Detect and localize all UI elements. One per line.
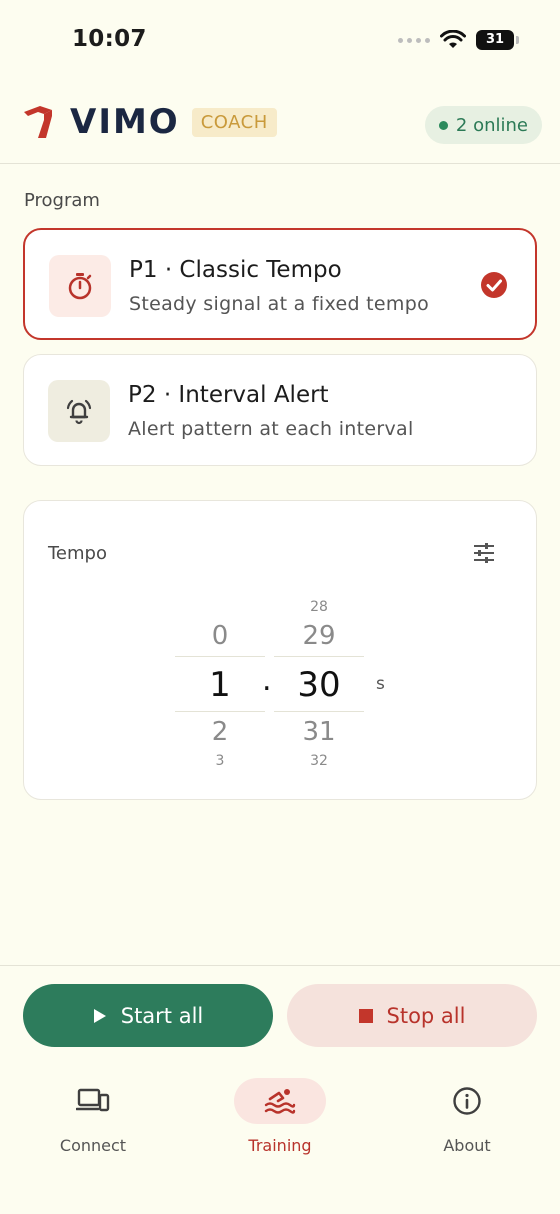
status-time: 10:07 — [72, 26, 147, 52]
bell-alert-icon — [66, 399, 92, 425]
tab-icon-wrap — [234, 1078, 326, 1124]
vimo-logo-mark-icon — [24, 106, 52, 138]
picker-option: 28 — [310, 599, 328, 615]
decimal-separator: . — [262, 663, 272, 698]
picker-option — [175, 598, 265, 616]
picker-option: 3 — [215, 753, 225, 769]
picker-option: 29 — [302, 621, 336, 651]
start-all-label: Start all — [120, 1003, 204, 1028]
program-section-label: Program — [24, 190, 100, 211]
devices-icon — [76, 1088, 110, 1112]
tab-about[interactable]: About — [397, 1078, 537, 1155]
check-circle-icon — [481, 272, 507, 298]
stopwatch-icon — [68, 273, 92, 300]
program-title: P1 · Classic Tempo — [129, 257, 342, 283]
tab-icon-wrap — [47, 1078, 139, 1124]
battery-icon: 31 — [476, 30, 519, 50]
picker-selected-value: 30 — [274, 656, 364, 712]
hundredths-picker[interactable]: 28 29 30 31 32 — [274, 598, 364, 770]
picker-option: 31 — [302, 717, 336, 747]
online-count: 2 online — [455, 114, 528, 136]
program-card-p2[interactable]: P2 · Interval Alert Alert pattern at eac… — [23, 354, 537, 466]
picker-selected-value: 1 — [175, 656, 265, 712]
tab-training[interactable]: Training — [210, 1078, 350, 1155]
play-icon — [93, 1008, 106, 1023]
stop-all-label: Stop all — [386, 1003, 466, 1028]
program-title: P2 · Interval Alert — [128, 382, 329, 408]
app-header: VIMO COACH 2 online — [0, 84, 560, 164]
program-card-p1[interactable]: P1 · Classic Tempo Steady signal at a fi… — [23, 228, 537, 340]
tempo-card: Tempo 0 1 2 3 . 28 29 30 31 32 s — [23, 500, 537, 800]
tempo-label: Tempo — [48, 543, 107, 564]
start-all-button[interactable]: Start all — [23, 984, 273, 1047]
info-icon — [453, 1087, 481, 1115]
tab-icon-wrap — [421, 1078, 513, 1124]
online-dot-icon — [438, 120, 448, 130]
logo: VIMO COACH — [22, 102, 277, 142]
tab-connect[interactable]: Connect — [23, 1078, 163, 1155]
coach-badge: COACH — [191, 107, 277, 137]
tab-label: Connect — [59, 1136, 127, 1155]
action-bar: Start all Stop all — [0, 965, 560, 1066]
program-icon-box — [49, 255, 111, 317]
stop-all-button[interactable]: Stop all — [287, 984, 537, 1047]
cell-signal-icon — [398, 37, 430, 43]
bottom-tab-bar: Connect Training About — [0, 1066, 560, 1214]
tune-settings-icon[interactable] — [472, 541, 496, 565]
program-description: Alert pattern at each interval — [128, 418, 414, 440]
tab-label: About — [443, 1136, 491, 1155]
picker-option: 2 — [211, 717, 229, 747]
program-description: Steady signal at a fixed tempo — [129, 293, 429, 315]
seconds-picker[interactable]: 0 1 2 3 — [175, 598, 265, 770]
status-bar: 10:07 31 — [0, 0, 560, 84]
picker-option: 0 — [211, 621, 229, 651]
brand-name: VIMO — [70, 102, 180, 142]
tempo-unit: s — [376, 674, 385, 694]
program-icon-box — [48, 380, 110, 442]
wifi-icon — [440, 30, 466, 48]
tab-label: Training — [248, 1136, 312, 1155]
picker-option: 32 — [310, 753, 328, 769]
stop-icon — [358, 1008, 373, 1023]
status-icons: 31 — [398, 30, 519, 50]
online-status-pill[interactable]: 2 online — [424, 106, 542, 144]
swimmer-icon — [264, 1089, 296, 1114]
